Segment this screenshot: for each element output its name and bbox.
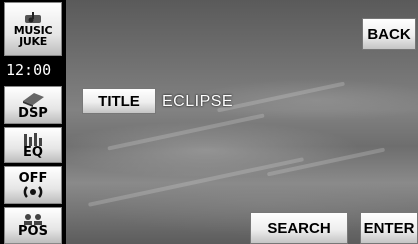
position-button[interactable]: POS — [4, 207, 62, 244]
dsp-button[interactable]: DSP — [4, 86, 62, 124]
search-button[interactable]: SEARCH — [250, 212, 348, 244]
eq-button[interactable]: EQ — [4, 127, 62, 163]
speaker-icon — [20, 91, 46, 107]
enter-button[interactable]: ENTER — [360, 212, 418, 244]
pos-label: POS — [18, 224, 48, 239]
clock: 12:00 — [6, 61, 52, 79]
sidebar: MUSIC JUKE 12:00 DSP EQ OFF POS — [0, 0, 66, 244]
juke-label: JUKE — [19, 35, 47, 48]
music-juke-button[interactable]: MUSIC JUKE — [4, 2, 62, 56]
surround-icon — [21, 185, 45, 199]
surround-off-button[interactable]: OFF — [4, 166, 62, 204]
eq-label: EQ — [23, 144, 43, 160]
dsp-label: DSP — [18, 105, 48, 121]
title-value: ECLIPSE — [162, 93, 234, 110]
title-button[interactable]: TITLE — [82, 88, 156, 114]
audio-screen: MUSIC JUKE 12:00 DSP EQ OFF POS BACK TIT… — [0, 0, 418, 244]
off-label: OFF — [18, 170, 48, 186]
music-note-icon — [23, 11, 43, 25]
back-button[interactable]: BACK — [362, 18, 416, 50]
equalizer-icon — [22, 132, 44, 146]
